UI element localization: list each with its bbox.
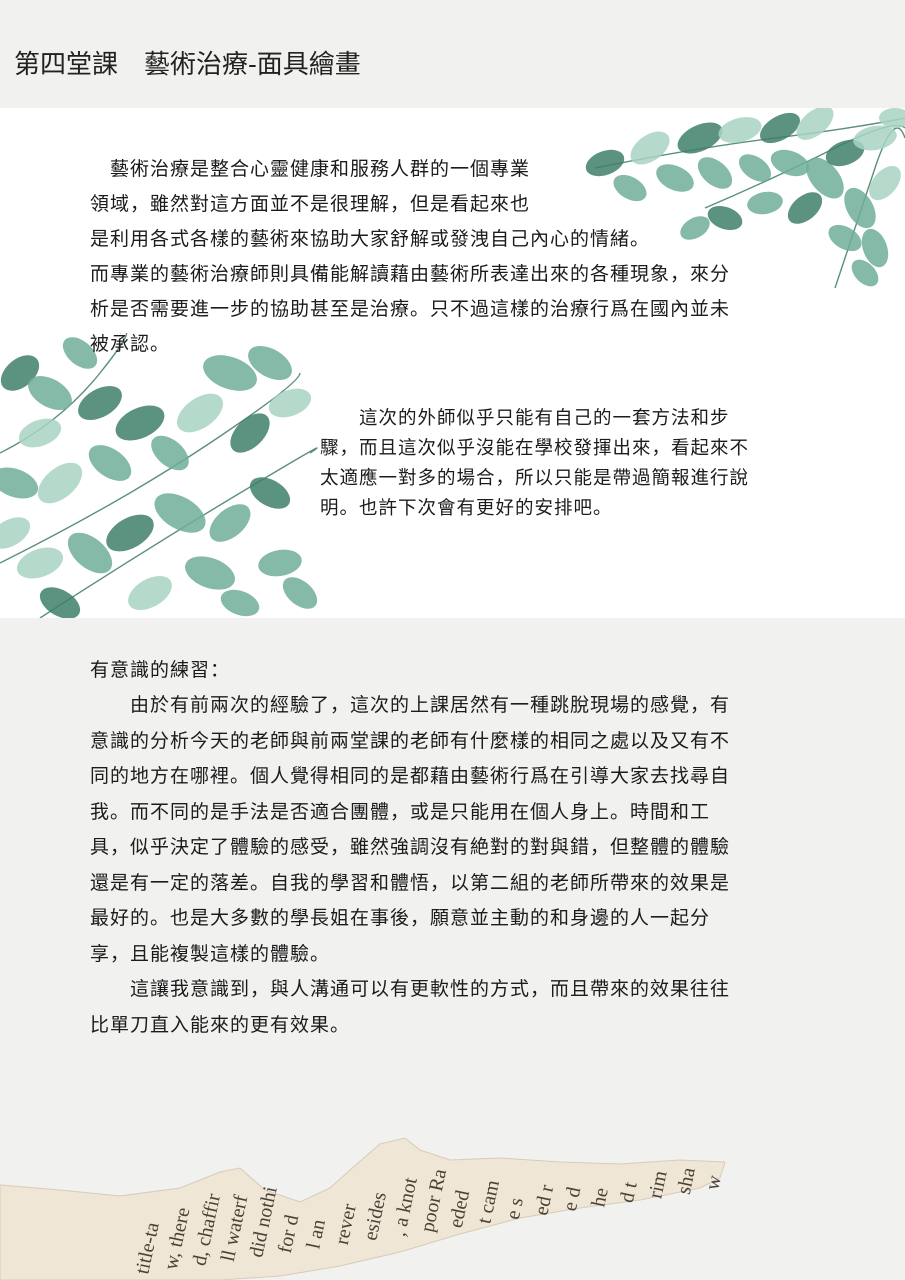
leaf-shape	[796, 108, 834, 140]
leaf-shape	[209, 504, 251, 542]
leaf-shape	[177, 393, 223, 433]
text-line: 由於有前兩次的經驗了，這次的上課居然有一種跳脫現場的感覺，有	[90, 694, 731, 716]
text-line: 是利用各式各樣的藝術來協助大家舒解或發洩自己內心的情緒。	[90, 228, 651, 250]
text-line: 明。也許下次會有更好的安排吧。	[320, 498, 613, 519]
leaf-shape	[88, 445, 132, 481]
text-line: 析是否需要進一步的協助甚至是治療。只不過這樣的治療行爲在國內並未	[90, 298, 731, 320]
reflection-paragraph: 由於有前兩次的經驗了，這次的上課居然有一種跳脫現場的感覺，有 意識的分析今天的老…	[90, 688, 830, 1043]
text-line: 驟，而且這次似乎沒能在學校發揮出來，看起來不	[320, 438, 750, 459]
leaf-shape	[128, 575, 172, 611]
page-title: 第四堂課 藝術治療-面具繪畫	[14, 50, 361, 80]
eucalyptus-branch-bottom-left	[0, 333, 318, 618]
newspaper-word: sha	[673, 1165, 700, 1196]
leaf-shape	[106, 514, 154, 552]
text-line: 領域，雖然對這方面並不是很理解，但是看起來也	[90, 193, 531, 215]
leaf-shape	[18, 418, 62, 448]
text-line: 被承認。	[90, 333, 171, 355]
text-line: 藝術治療是整合心靈健康和服務人群的一個專業	[90, 158, 531, 180]
newspaper-word: e d	[559, 1185, 585, 1213]
leaf-shape	[282, 577, 318, 609]
leaf-shape	[0, 467, 39, 499]
leaf-shape	[879, 108, 905, 128]
text-line: 同的地方在哪裡。個人覺得相同的是都藉由藝術行爲在引導大家去找尋自	[90, 765, 731, 787]
leaf-shape	[39, 587, 81, 618]
text-line: 比單刀直入能來的更有效果。	[90, 1013, 351, 1036]
leaf-shape	[249, 477, 291, 509]
newspaper-word: rim	[644, 1168, 671, 1200]
leaf-shape	[16, 547, 64, 579]
note-paragraph: 這次的外師似乎只能有自己的一套方法和步 驟，而且這次似乎沒能在學校發揮出來，看起…	[320, 404, 820, 524]
leaf-shape	[37, 462, 83, 504]
torn-paper-shape	[0, 1137, 726, 1280]
leaf-shape	[185, 556, 235, 590]
leaf-shape	[78, 385, 122, 421]
text-line: 享，且能複製這樣的體驗。	[90, 942, 331, 965]
leaf-shape	[0, 517, 31, 549]
newspaper-word: w	[701, 1173, 726, 1192]
text-line: 這讓我意識到，與人溝通可以有更軟性的方式，而且帶來的效果往往	[90, 978, 731, 1000]
leaf-shape	[154, 493, 206, 533]
text-line: 我。而不同的是手法是否適合團體，或是只能用在個人身上。時間和工	[90, 800, 711, 823]
intro-paragraph: 藝術治療是整合心靈健康和服務人群的一個專業 領域，雖然對這方面並不是很理解，但是…	[90, 152, 820, 362]
text-line: 而專業的藝術治療師則具備能解讀藉由藝術所表達出來的各種現象，來分	[90, 263, 731, 285]
leaf-shape	[230, 413, 270, 453]
section-heading: 有意識的練習：	[90, 659, 231, 681]
leaf-shape	[151, 435, 189, 471]
text-line: 意識的分析今天的老師與前兩堂課的老師有什麼樣的相同之處以及又有不	[90, 729, 731, 752]
text-line: 最好的。也是大多數的學長姐在事後，願意並主動的和身邊的人一起分	[90, 907, 711, 929]
leaf-shape	[258, 549, 302, 577]
text-line: 具，似乎決定了體驗的感受，雖然強調沒有絶對的對與錯，但整體的體驗	[90, 836, 731, 858]
text-line: 還是有一定的落差。自我的學習和體悟，以第二組的老師所帶來的效果是	[90, 871, 731, 894]
leaf-shape	[268, 388, 312, 418]
torn-newspaper-strip: title-taw, thered, chaffirll waterfdid n…	[0, 1137, 726, 1280]
leaf-shape	[220, 589, 260, 617]
text-line: 太適應一對多的場合，所以只能是帶過簡報進行說	[320, 468, 750, 489]
text-line: 這次的外師似乎只能有自己的一套方法和步	[320, 408, 730, 429]
leaf-shape	[718, 117, 762, 143]
